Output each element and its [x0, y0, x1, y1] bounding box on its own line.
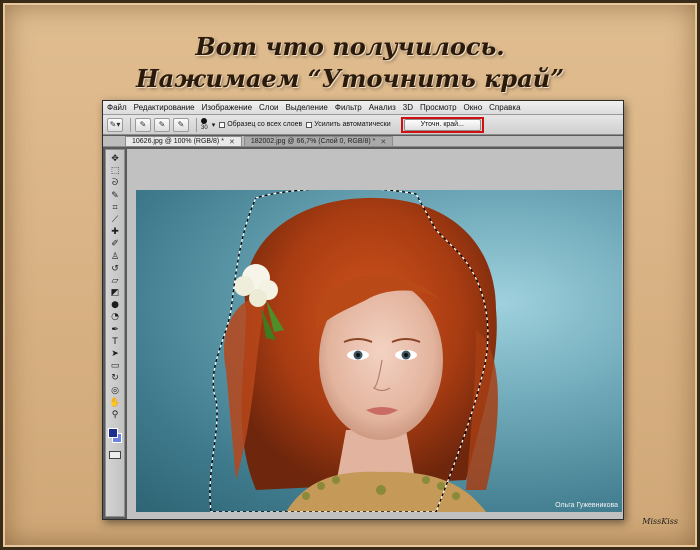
- move-tool-icon[interactable]: ✥: [107, 153, 123, 165]
- eraser-tool-icon[interactable]: ▱: [107, 275, 123, 287]
- chevron-down-icon[interactable]: ▾: [212, 121, 216, 129]
- hand-tool-icon[interactable]: ✋: [107, 397, 123, 409]
- menu-bar: Файл Редактирование Изображение Слои Выд…: [103, 101, 623, 115]
- close-icon[interactable]: ✕: [229, 138, 235, 146]
- lasso-tool-icon[interactable]: ᘐ: [107, 177, 123, 189]
- quick-mask-icon[interactable]: [109, 451, 121, 460]
- menu-layers[interactable]: Слои: [259, 103, 278, 112]
- blur-tool-icon[interactable]: ●: [107, 299, 123, 311]
- zoom-tool-icon[interactable]: ⚲: [107, 409, 123, 421]
- tab-182002[interactable]: 182002.jpg @ 66,7% (Слой 0, RGB/8) * ✕: [243, 136, 394, 146]
- 3d-rotate-tool-icon[interactable]: ↻: [107, 372, 123, 384]
- history-brush-tool-icon[interactable]: ↺: [107, 263, 123, 275]
- type-tool-icon[interactable]: T: [107, 336, 123, 348]
- photo-credit: Ольга Гужевникова: [555, 502, 618, 509]
- menu-3d[interactable]: 3D: [403, 103, 413, 112]
- document-tabs: 10626.jpg @ 100% (RGB/8) * ✕ 182002.jpg …: [103, 136, 623, 147]
- tab-label: 182002.jpg @ 66,7% (Слой 0, RGB/8) *: [250, 138, 376, 145]
- refine-edge-highlight: Уточн. край...: [400, 116, 484, 133]
- brush-size: 30: [201, 125, 208, 131]
- tool-preset-button[interactable]: ✎▾: [107, 117, 123, 132]
- rectangle-tool-icon[interactable]: ▭: [107, 360, 123, 372]
- subtract-selection-icon: ✎: [177, 120, 185, 129]
- menu-filter[interactable]: Фильтр: [335, 103, 362, 112]
- color-swatches[interactable]: [107, 427, 123, 445]
- new-selection-button[interactable]: ✎: [135, 117, 151, 132]
- portrait-photo: [209, 190, 498, 512]
- add-selection-icon: ✎: [158, 120, 166, 129]
- 3d-orbit-tool-icon[interactable]: ◎: [107, 385, 123, 397]
- checkbox-box: [306, 121, 313, 128]
- clone-stamp-tool-icon[interactable]: ♙: [107, 251, 123, 263]
- menu-file[interactable]: Файл: [107, 103, 127, 112]
- menu-window[interactable]: Окно: [464, 103, 483, 112]
- quick-selection-tool-icon[interactable]: ✎: [107, 190, 123, 202]
- sample-all-layers-label: Образец со всех слоев: [227, 121, 303, 128]
- foreground-color-swatch[interactable]: [108, 428, 118, 439]
- heading-line-2: Нажимаем “Уточнить край”: [135, 64, 564, 93]
- options-divider: [130, 117, 131, 132]
- crop-tool-icon[interactable]: ⌗: [107, 202, 123, 214]
- auto-enhance-label: Усилить автоматически: [314, 121, 391, 128]
- add-to-selection-button[interactable]: ✎: [154, 117, 170, 132]
- dodge-tool-icon[interactable]: ◔: [107, 311, 123, 323]
- document-image[interactable]: Ольга Гужевникова: [136, 190, 622, 512]
- options-bar: ✎▾ ✎ ✎ ✎ 30 ▾ Образец со всех слоев Усил…: [103, 115, 623, 135]
- brush-tip-icon: [201, 118, 208, 124]
- menu-view[interactable]: Просмотр: [420, 103, 457, 112]
- heading-line-1: Вот что получилось.: [195, 32, 505, 61]
- gradient-tool-icon[interactable]: ◩: [107, 287, 123, 299]
- marquee-tool-icon[interactable]: ⬚: [107, 165, 123, 177]
- checkbox-box: [219, 121, 226, 128]
- tab-10626[interactable]: 10626.jpg @ 100% (RGB/8) * ✕: [125, 136, 242, 146]
- subtract-from-selection-button[interactable]: ✎: [173, 117, 189, 132]
- new-selection-icon: ✎: [139, 120, 147, 129]
- pen-tool-icon[interactable]: ✒: [107, 324, 123, 336]
- tools-panel: ✥ ⬚ ᘐ ✎ ⌗ ⟋ ✚ ✐ ♙ ↺ ▱ ◩ ● ◔ ✒ T ➤ ▭ ↻ ◎ …: [105, 149, 125, 517]
- eyedropper-tool-icon[interactable]: ⟋: [107, 214, 123, 226]
- auto-enhance-checkbox[interactable]: Усилить автоматически: [306, 121, 391, 128]
- sample-all-layers-checkbox[interactable]: Образец со всех слоев: [219, 121, 302, 128]
- refine-edge-button[interactable]: Уточн. край...: [403, 118, 481, 131]
- menu-image[interactable]: Изображение: [202, 103, 252, 112]
- close-icon[interactable]: ✕: [380, 138, 386, 146]
- menu-analysis[interactable]: Анализ: [369, 103, 396, 112]
- path-selection-tool-icon[interactable]: ➤: [107, 348, 123, 360]
- healing-brush-tool-icon[interactable]: ✚: [107, 226, 123, 238]
- canvas-area[interactable]: Ольга Гужевникова: [127, 149, 623, 519]
- options-divider: [196, 117, 197, 132]
- menu-help[interactable]: Справка: [489, 103, 520, 112]
- menu-edit[interactable]: Редактирование: [134, 103, 195, 112]
- brush-tool-icon[interactable]: ✐: [107, 238, 123, 250]
- brush-picker[interactable]: 30: [201, 118, 208, 131]
- photoshop-window: Файл Редактирование Изображение Слои Выд…: [102, 100, 624, 520]
- tab-label: 10626.jpg @ 100% (RGB/8) *: [132, 138, 224, 145]
- quick-selection-icon: ✎▾: [109, 120, 121, 129]
- author-signature: MissKiss: [642, 517, 678, 526]
- menu-select[interactable]: Выделение: [285, 103, 327, 112]
